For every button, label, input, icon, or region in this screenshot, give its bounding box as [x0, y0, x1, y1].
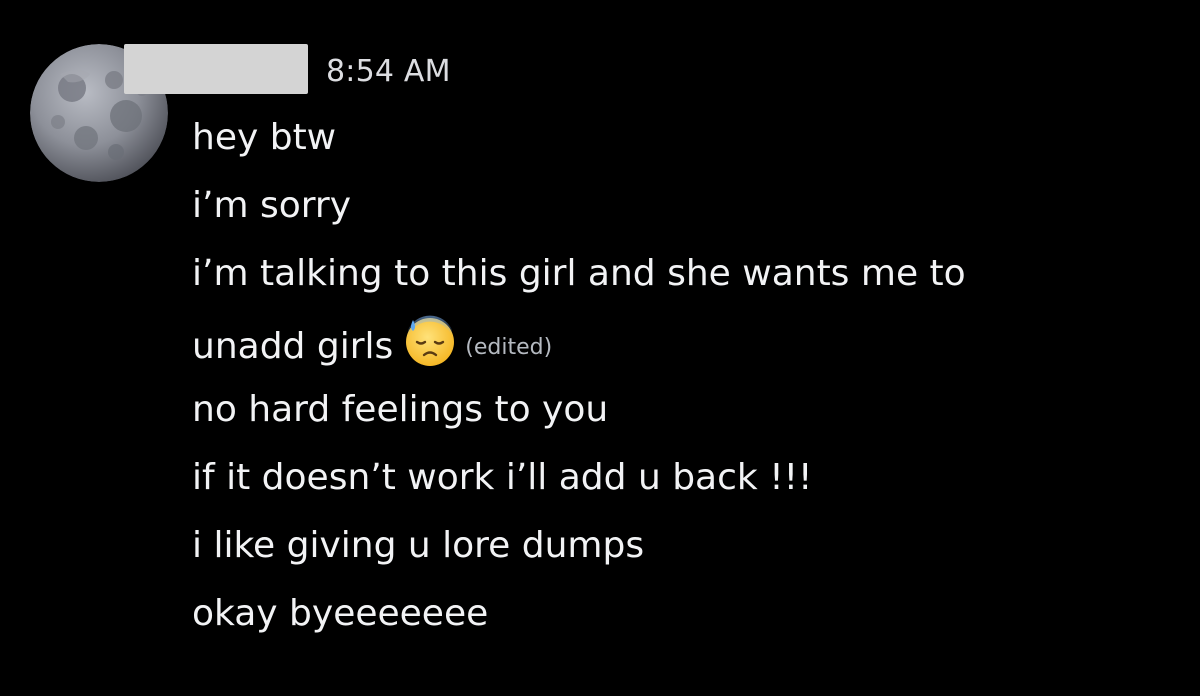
message-line: hey btw — [192, 110, 1182, 178]
message-line: okay byeeeeeee — [192, 586, 1182, 654]
message-content: hey btw i’m sorry i’m talking to this gi… — [192, 110, 1182, 654]
message-line-text: unadd girls — [192, 326, 394, 367]
edited-label: (edited) — [465, 335, 553, 360]
message-line-text: hey btw — [192, 117, 337, 158]
message-line: no hard feelings to you — [192, 382, 1182, 450]
message-line: if it doesn’t work i’ll add u back !!! — [192, 450, 1182, 518]
downcast-face-with-sweat-icon — [403, 314, 457, 368]
message-line-text: i’m sorry — [192, 185, 352, 226]
redacted-username[interactable] — [124, 44, 308, 94]
message-timestamp[interactable]: 8:54 AM — [326, 54, 451, 90]
message-line: i like giving u lore dumps — [192, 518, 1182, 586]
message-line-text: if it doesn’t work i’ll add u back !!! — [192, 457, 813, 498]
message-line-text: okay byeeeeeee — [192, 593, 489, 634]
message-line: i’m sorry — [192, 178, 1182, 246]
message-line-text: i’m talking to this girl and she wants m… — [192, 253, 966, 294]
chat-message: 8:54 AM hey btw i’m sorry i’m talking to… — [0, 0, 1200, 696]
message-line-text: no hard feelings to you — [192, 389, 609, 430]
message-line-text: i like giving u lore dumps — [192, 525, 645, 566]
message-line: unadd girls (edited) — [192, 314, 1182, 382]
message-line: i’m talking to this girl and she wants m… — [192, 246, 1182, 314]
